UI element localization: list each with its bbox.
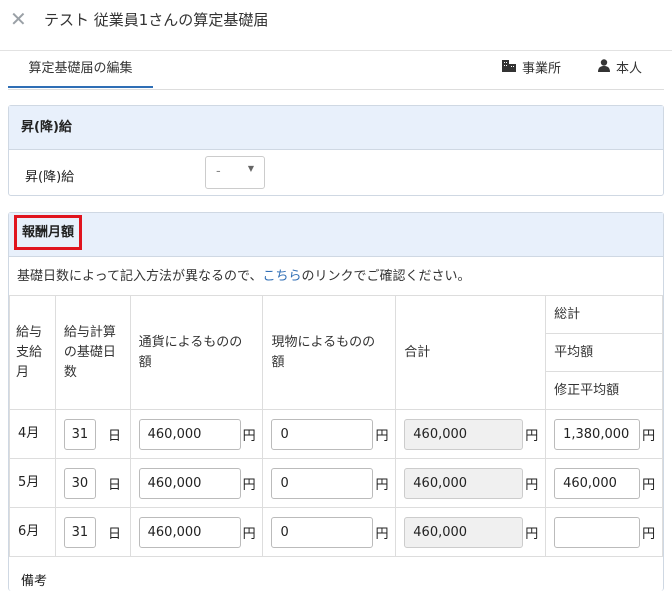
tab-bar: 算定基礎届の編集 事業所 本人 [8, 50, 664, 90]
days-input[interactable]: 31 [63, 418, 96, 450]
yen-unit: 円 [525, 477, 539, 493]
day-unit: 日 [108, 428, 122, 444]
yen-unit: 円 [375, 477, 389, 493]
adj-avg-input[interactable] [554, 516, 641, 548]
raise-field-label: 昇(降)給 [25, 170, 75, 185]
table-row: 5月 30 日 460,000 円 0円 460,000 円 460,000 円 [9, 458, 663, 508]
close-icon[interactable]: ✕ [10, 8, 27, 30]
note-text-after: のリンクでご確認ください。 [301, 269, 471, 284]
day-unit: 日 [108, 526, 122, 542]
yen-unit: 円 [642, 477, 656, 493]
info-note: 基礎日数によって記入方法が異なるので、こちらのリンクでご確認ください。 [17, 265, 470, 284]
remuneration-section: 報酬月額 基礎日数によって記入方法が異なるので、こちらのリンクでご確認ください。… [8, 212, 664, 591]
currency-input[interactable]: 460,000 [138, 418, 241, 450]
avg-input[interactable]: 460,000 [554, 467, 641, 499]
raise-select-value: - [216, 164, 221, 179]
help-link[interactable]: こちら [262, 269, 301, 284]
month-cell: 5月 [18, 475, 40, 490]
kind-input[interactable]: 0 [271, 467, 374, 499]
tab-edit[interactable]: 算定基礎届の編集 [8, 50, 153, 88]
user-icon [598, 50, 610, 88]
remarks-label: 備考 [21, 574, 48, 589]
yen-unit: 円 [642, 526, 656, 542]
total-field: 460,000 [404, 516, 524, 548]
currency-input[interactable]: 460,000 [138, 516, 241, 548]
yen-unit: 円 [242, 428, 256, 444]
modal-header: ✕ テスト 従業員1さんの算定基礎届 [0, 0, 672, 51]
month-cell: 6月 [18, 524, 40, 539]
yen-unit: 円 [525, 428, 539, 444]
col-avg: 平均額 [545, 333, 663, 372]
col-currency: 通貨によるものの額 [129, 295, 264, 410]
yen-unit: 円 [525, 526, 539, 542]
sum-input[interactable]: 1,380,000 [554, 418, 641, 450]
yen-unit: 円 [242, 526, 256, 542]
tab-person-label: 本人 [616, 61, 643, 77]
col-days: 給与計算の基礎日数 [54, 295, 131, 410]
col-sum: 総計 [545, 295, 663, 334]
note-text: 基礎日数によって記入方法が異なるので、 [17, 269, 263, 284]
remuneration-table: 給与支給月 給与計算の基礎日数 通貨によるものの額 現物によるものの額 合計 総… [9, 295, 663, 557]
kind-input[interactable]: 0 [271, 418, 374, 450]
caret-down-icon: ▼ [247, 164, 254, 173]
raise-section-title: 昇(降)給 [9, 106, 663, 150]
building-icon [502, 50, 516, 88]
yen-unit: 円 [242, 477, 256, 493]
table-row: 6月 31 日 460,000 円 0円 460,000 円 円 [9, 507, 663, 557]
tab-office[interactable]: 事業所 [502, 50, 561, 88]
days-input[interactable]: 30 [63, 467, 96, 499]
remuneration-header: 報酬月額 [9, 213, 663, 257]
tab-person[interactable]: 本人 [598, 50, 642, 88]
col-adj-avg: 修正平均額 [545, 371, 663, 410]
col-total: 合計 [395, 295, 547, 410]
remuneration-title: 報酬月額 [14, 215, 82, 250]
currency-input[interactable]: 460,000 [138, 467, 241, 499]
month-cell: 4月 [18, 426, 40, 441]
yen-unit: 円 [375, 428, 389, 444]
yen-unit: 円 [642, 428, 656, 444]
page-title: テスト 従業員1さんの算定基礎届 [44, 11, 269, 29]
yen-unit: 円 [375, 526, 389, 542]
total-field: 460,000 [404, 467, 524, 499]
raise-section: 昇(降)給 昇(降)給 - ▼ [8, 105, 664, 196]
day-unit: 日 [108, 477, 122, 493]
col-month: 給与支給月 [9, 295, 56, 410]
tab-office-label: 事業所 [522, 61, 562, 77]
table-row: 4月 31 日 460,000 円 0円 460,000 円 1,380,000 円 [9, 409, 663, 459]
total-field: 460,000 [404, 418, 524, 450]
days-input[interactable]: 31 [63, 516, 96, 548]
raise-select[interactable]: - ▼ [205, 156, 265, 189]
col-kind: 現物によるものの額 [262, 295, 397, 410]
kind-input[interactable]: 0 [271, 516, 374, 548]
